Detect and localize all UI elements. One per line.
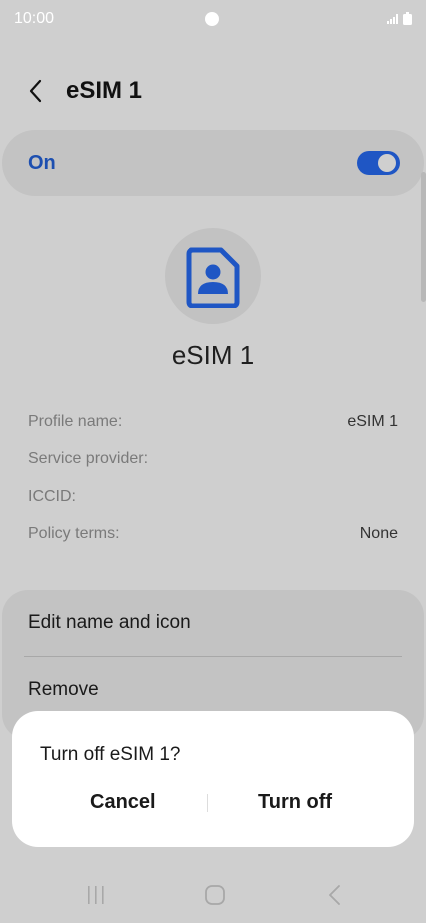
esim-switch[interactable] — [357, 151, 400, 175]
status-bar: 10:00 — [0, 0, 426, 40]
remove-item[interactable]: Remove — [28, 679, 99, 701]
back-icon[interactable] — [327, 884, 343, 906]
page-title: eSIM 1 — [66, 77, 143, 104]
signal-icon — [387, 13, 398, 24]
detail-label: Profile name: — [28, 413, 123, 430]
dialog-title: Turn off eSIM 1? — [40, 744, 181, 765]
profile-display-name: eSIM 1 — [171, 340, 255, 370]
scrollbar[interactable] — [421, 172, 426, 302]
home-icon[interactable] — [204, 884, 226, 906]
turn-off-button[interactable]: Turn off — [258, 791, 332, 814]
toggle-label: On — [28, 152, 56, 174]
battery-icon — [403, 12, 412, 25]
app-bar: eSIM 1 — [0, 60, 426, 122]
sim-avatar — [165, 228, 261, 324]
back-button[interactable] — [22, 76, 52, 106]
button-separator — [207, 794, 208, 812]
chevron-left-icon — [29, 79, 42, 103]
sim-card-person-icon — [186, 247, 240, 308]
detail-value: eSIM 1 — [347, 413, 398, 430]
recents-icon[interactable] — [86, 886, 106, 904]
esim-toggle-row[interactable]: On — [2, 130, 424, 196]
detail-row-service-provider: Service provider: — [28, 450, 398, 474]
navigation-bar — [0, 868, 426, 923]
edit-name-and-icon-item[interactable]: Edit name and icon — [28, 612, 191, 634]
detail-row-iccid: ICCID: — [28, 488, 398, 512]
divider — [24, 656, 402, 657]
turn-off-dialog: Turn off eSIM 1? Cancel Turn off — [12, 711, 414, 847]
camera-cutout — [205, 12, 219, 26]
status-time: 10:00 — [14, 10, 55, 27]
detail-value: None — [359, 525, 398, 542]
detail-row-policy-terms: Policy terms: None — [28, 525, 398, 549]
detail-label: ICCID: — [28, 488, 76, 505]
system-icons — [387, 12, 412, 25]
detail-row-profile-name: Profile name: eSIM 1 — [28, 413, 398, 437]
detail-label: Service provider: — [28, 450, 149, 467]
detail-label: Policy terms: — [28, 525, 120, 542]
cancel-button[interactable]: Cancel — [90, 791, 156, 814]
switch-knob — [378, 154, 396, 172]
